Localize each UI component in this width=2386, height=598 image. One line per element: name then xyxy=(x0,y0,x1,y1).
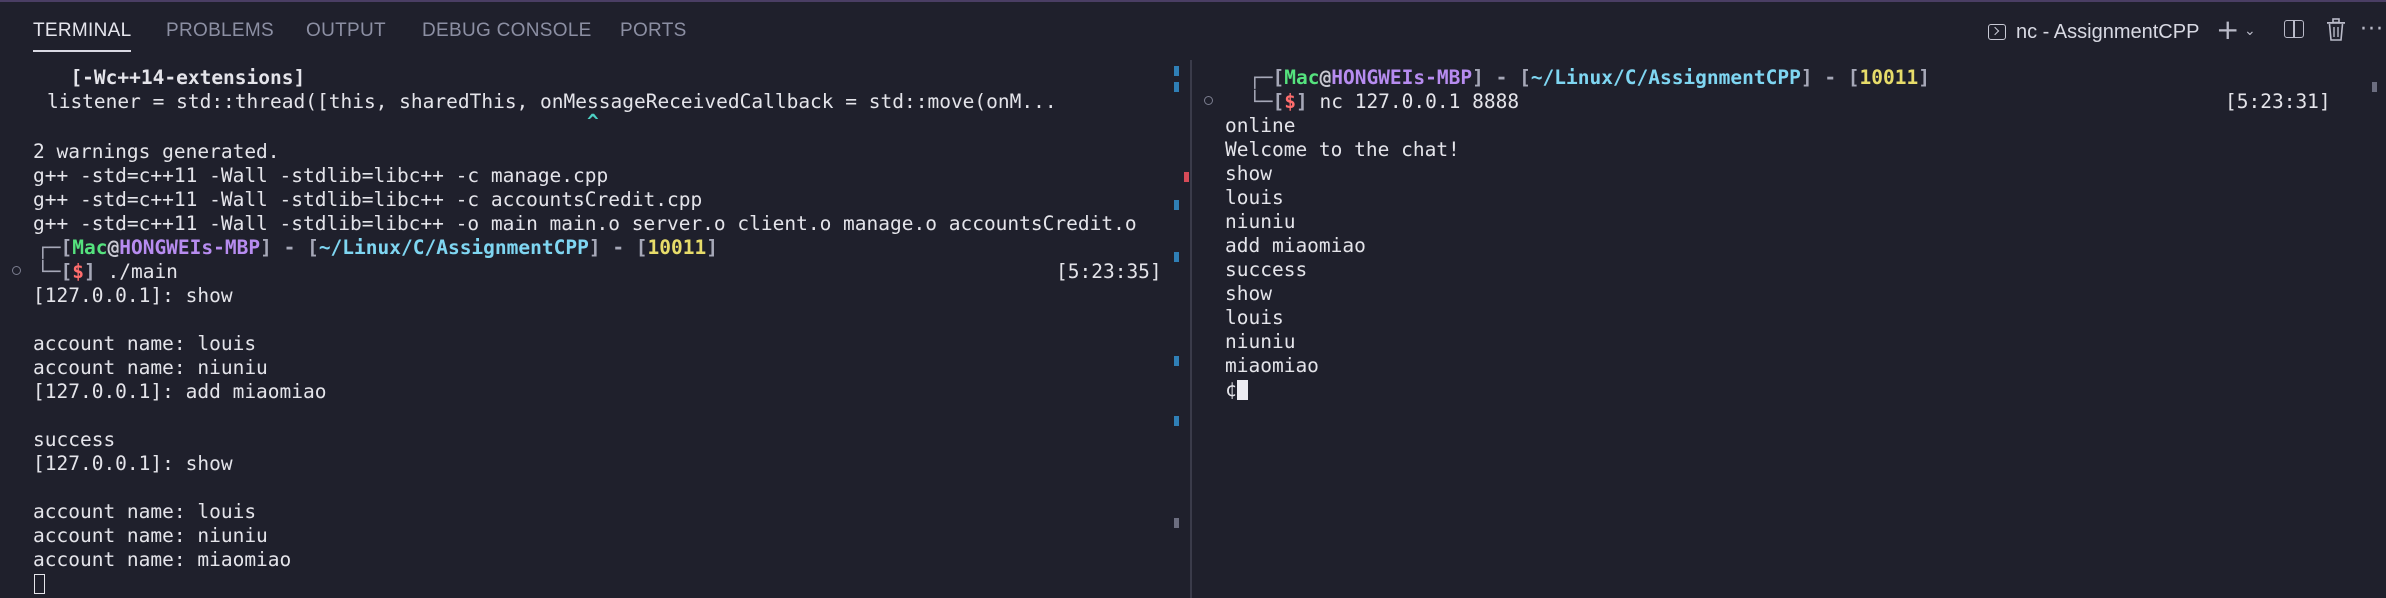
terminal-cursor xyxy=(1237,380,1248,400)
prompt-path: ~/Linux/C/AssignmentCPP xyxy=(318,236,589,259)
output-line: account name: louis xyxy=(33,332,257,355)
prompt-line: ┌─[Mac@HONGWEIs-MBP] - [~/Linux/C/Assign… xyxy=(37,236,718,259)
build-line: g++ -std=c++11 -Wall -stdlib=libc++ -o m… xyxy=(33,212,1137,235)
tab-terminal[interactable]: TERMINAL xyxy=(33,20,132,52)
output-line: miaomiao xyxy=(1225,354,1319,377)
output-line: account name: miaomiao xyxy=(33,548,292,571)
prompt-command: ./main xyxy=(107,260,178,283)
output-line: account name: niuniu xyxy=(33,356,268,379)
more-icon[interactable]: ··· xyxy=(2360,16,2384,44)
prompt-host: HONGWEIs-MBP xyxy=(1331,66,1473,89)
output-line: Welcome to the chat! xyxy=(1225,138,1460,161)
output-line: louis xyxy=(1225,306,1284,329)
overview-ruler-mark xyxy=(1174,356,1179,366)
overview-ruler-mark xyxy=(1174,82,1179,92)
panel-tab-bar: TERMINAL PROBLEMS OUTPUT DEBUG CONSOLE P… xyxy=(0,2,2386,60)
prompt-time: [5:23:31] xyxy=(2225,90,2331,113)
tab-problems[interactable]: PROBLEMS xyxy=(166,20,274,44)
chevron-down-icon[interactable]: ⌄ xyxy=(2244,17,2256,45)
pane-divider[interactable] xyxy=(1190,60,1192,598)
prompt-path: ~/Linux/C/AssignmentCPP xyxy=(1530,66,1801,89)
output-line: success xyxy=(33,428,116,451)
tab-output[interactable]: OUTPUT xyxy=(306,20,386,44)
prompt-host: HONGWEIs-MBP xyxy=(119,236,261,259)
overview-ruler-mark xyxy=(1174,416,1179,426)
terminal-cursor xyxy=(34,574,45,594)
overview-ruler-mark xyxy=(1174,66,1179,76)
prompt-line: ┌─[Mac@HONGWEIs-MBP] - [~/Linux/C/Assign… xyxy=(1249,66,1930,89)
prompt-command-line: └─[$] nc 127.0.0.1 8888 xyxy=(1249,90,1520,113)
overview-ruler-mark xyxy=(2372,82,2377,92)
terminal-panel: TERMINAL PROBLEMS OUTPUT DEBUG CONSOLE P… xyxy=(0,0,2386,598)
terminal-selector[interactable]: nc - AssignmentCPP xyxy=(1988,18,2199,46)
output-line: louis xyxy=(1225,186,1284,209)
output-line: online xyxy=(1225,114,1296,137)
overview-ruler-mark xyxy=(1174,200,1179,210)
build-line: ^ xyxy=(0,110,599,133)
split-icon[interactable] xyxy=(2284,20,2304,38)
tab-ports[interactable]: PORTS xyxy=(620,20,687,44)
prompt-dollar: $ xyxy=(1284,90,1296,113)
build-line: g++ -std=c++11 -Wall -stdlib=libc++ -c m… xyxy=(33,164,609,187)
terminal-title: nc - AssignmentCPP xyxy=(2016,20,2200,43)
output-line: success xyxy=(1225,258,1308,281)
prompt-number: 10011 xyxy=(1859,66,1919,89)
output-line: account name: niuniu xyxy=(33,524,268,547)
output-line: show xyxy=(1225,282,1272,305)
output-line: show xyxy=(1225,162,1272,185)
overview-ruler-mark xyxy=(1184,172,1189,182)
input-line[interactable]: ¢ xyxy=(1225,378,1237,402)
output-line: account name: louis xyxy=(33,500,257,523)
plus-icon[interactable]: + xyxy=(2216,16,2239,44)
build-line: [-Wc++14-extensions] xyxy=(0,66,306,89)
input-prefix: ¢ xyxy=(1225,378,1237,401)
build-line: g++ -std=c++11 -Wall -stdlib=libc++ -c a… xyxy=(33,188,703,211)
build-line: 2 warnings generated. xyxy=(33,140,280,163)
output-line: [127.0.0.1]: show xyxy=(33,284,233,307)
trash-icon[interactable] xyxy=(2326,16,2346,44)
prompt-at: @ xyxy=(1319,66,1332,89)
prompt-time: [5:23:35] xyxy=(1056,260,1162,283)
overview-ruler-mark xyxy=(1174,518,1179,528)
prompt-at: @ xyxy=(107,236,120,259)
output-line: niuniu xyxy=(1225,330,1296,353)
terminal-pane-left[interactable]: [-Wc++14-extensions] listener = std::thr… xyxy=(0,60,1190,598)
prompt-dollar: $ xyxy=(72,260,84,283)
prompt-command-line: └─[$] ./main xyxy=(37,260,178,283)
terminal-pane-right[interactable]: ┌─[Mac@HONGWEIs-MBP] - [~/Linux/C/Assign… xyxy=(1193,60,2386,598)
terminal-icon xyxy=(1988,24,2006,40)
prompt-user: Mac xyxy=(72,236,108,259)
output-line: add miaomiao xyxy=(1225,234,1366,257)
prompt-user: Mac xyxy=(1284,66,1320,89)
command-decoration-icon xyxy=(12,266,21,275)
output-line: niuniu xyxy=(1225,210,1296,233)
prompt-number: 10011 xyxy=(647,236,707,259)
tab-debug-console[interactable]: DEBUG CONSOLE xyxy=(422,20,592,44)
overview-ruler-mark xyxy=(1174,252,1179,262)
output-line: [127.0.0.1]: show xyxy=(33,452,233,475)
output-line: [127.0.0.1]: add miaomiao xyxy=(33,380,327,403)
prompt-command: nc 127.0.0.1 8888 xyxy=(1319,90,1520,113)
command-decoration-icon xyxy=(1204,96,1213,105)
